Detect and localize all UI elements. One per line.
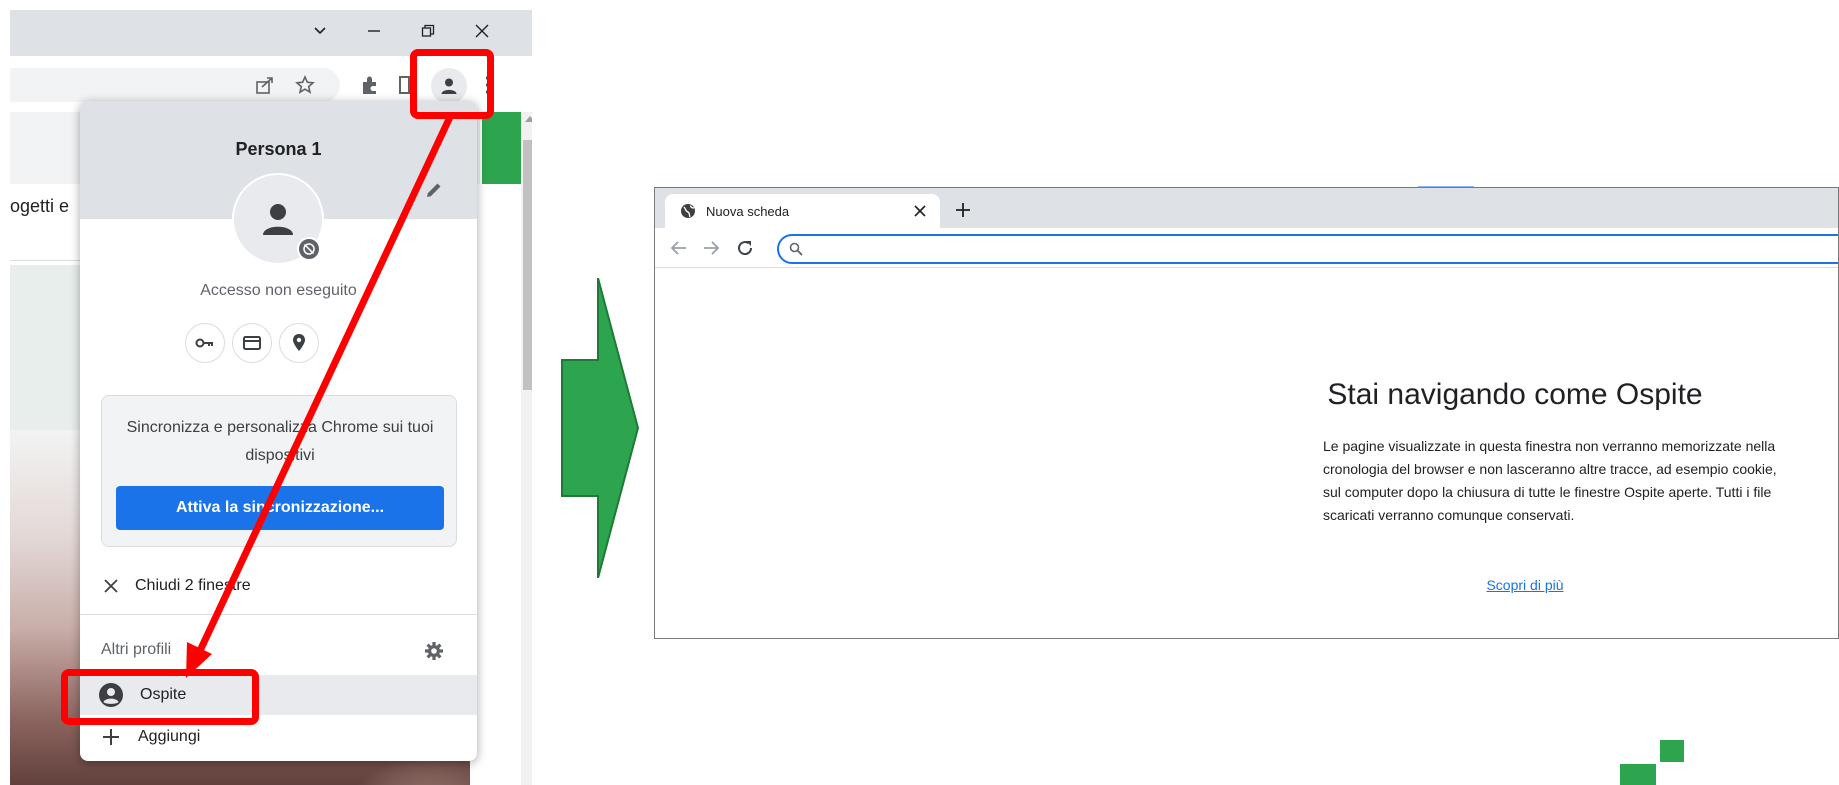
highlight-guest-item <box>61 669 259 725</box>
close-icon <box>475 24 489 38</box>
card-icon <box>243 336 261 350</box>
guest-heading: Stai navigando come Ospite <box>1327 378 1703 411</box>
new-tab-button[interactable] <box>951 198 975 222</box>
sync-card: Sincronizza e personalizza Chrome sui tu… <box>101 395 457 547</box>
search-icon <box>789 242 803 256</box>
turn-on-sync-button[interactable]: Attiva la sincronizzazione... <box>116 486 444 530</box>
close-icon[interactable] <box>914 205 926 217</box>
gear-icon <box>425 642 443 660</box>
location-icon <box>293 334 305 351</box>
arrow-left-icon <box>670 241 686 255</box>
scrollbar-thumb[interactable] <box>523 140 532 390</box>
tab-strip: Nuova scheda <box>655 188 1838 228</box>
close-windows-item[interactable]: Chiudi 2 finestre <box>80 563 477 609</box>
scroll-up-icon[interactable] <box>525 116 532 122</box>
globe-icon <box>681 204 695 218</box>
share-icon <box>256 77 273 94</box>
extensions-button[interactable] <box>355 70 385 100</box>
addresses-button[interactable] <box>279 323 319 363</box>
page-green-banner <box>482 112 522 184</box>
close-windows-label: Chiudi 2 finestre <box>135 577 251 594</box>
profile-name: Persona 1 <box>235 139 322 159</box>
green-arrow <box>561 278 640 578</box>
forward-button[interactable] <box>701 238 721 263</box>
other-profiles-heading: Altri profili <box>101 641 172 658</box>
highlight-profile-button <box>410 49 494 119</box>
plus-icon <box>103 729 119 745</box>
sync-off-badge <box>297 237 321 261</box>
pencil-icon <box>427 183 441 197</box>
edit-profile-button[interactable] <box>421 177 447 203</box>
share-button[interactable] <box>250 70 280 100</box>
restore-icon <box>421 24 435 37</box>
brand-logo <box>1620 740 1692 785</box>
profile-menu: Persona 1 Accesso non eseguito Sincroniz… <box>80 101 477 761</box>
address-bar[interactable] <box>777 234 1838 264</box>
close-window-button[interactable] <box>460 16 504 46</box>
add-label: Aggiungi <box>138 728 201 745</box>
back-button[interactable] <box>669 238 689 263</box>
minimize-icon <box>368 30 380 32</box>
restore-button[interactable] <box>406 16 450 46</box>
payment-methods-button[interactable] <box>232 323 272 363</box>
bookmark-button[interactable] <box>290 70 320 100</box>
manage-profiles-button[interactable] <box>419 636 449 666</box>
toolbar <box>655 228 1838 268</box>
tab-title: Nuova scheda <box>706 203 790 219</box>
close-icon <box>104 579 118 593</box>
learn-more-link[interactable]: Scopri di più <box>1415 577 1635 593</box>
minimize-button[interactable] <box>352 16 396 46</box>
key-icon <box>195 338 213 348</box>
person-icon <box>263 204 293 235</box>
extensions-icon <box>363 76 376 94</box>
tab-search-button[interactable] <box>298 16 342 46</box>
guest-browser-window: Nuova scheda Stai navigando come Ospite … <box>654 187 1839 639</box>
divider <box>80 614 477 615</box>
sync-description: Sincronizza e personalizza Chrome sui tu… <box>126 419 434 464</box>
plus-icon <box>956 203 970 217</box>
star-icon <box>295 75 315 94</box>
sign-in-status: Accesso non eseguito <box>200 282 357 299</box>
guest-description: Le pagine visualizzate in questa finestr… <box>1323 438 1777 523</box>
page-heading-fragment: ogetti e <box>10 196 70 216</box>
scrollbar[interactable] <box>521 112 532 785</box>
passwords-button[interactable] <box>185 323 225 363</box>
chevron-down-icon <box>314 27 326 35</box>
reload-icon <box>738 241 753 256</box>
arrow-right-icon <box>704 241 720 255</box>
address-bar[interactable] <box>10 68 340 102</box>
tab-new-tab[interactable]: Nuova scheda <box>665 194 940 228</box>
reload-button[interactable] <box>735 238 755 263</box>
sync-disabled-icon <box>303 243 315 255</box>
